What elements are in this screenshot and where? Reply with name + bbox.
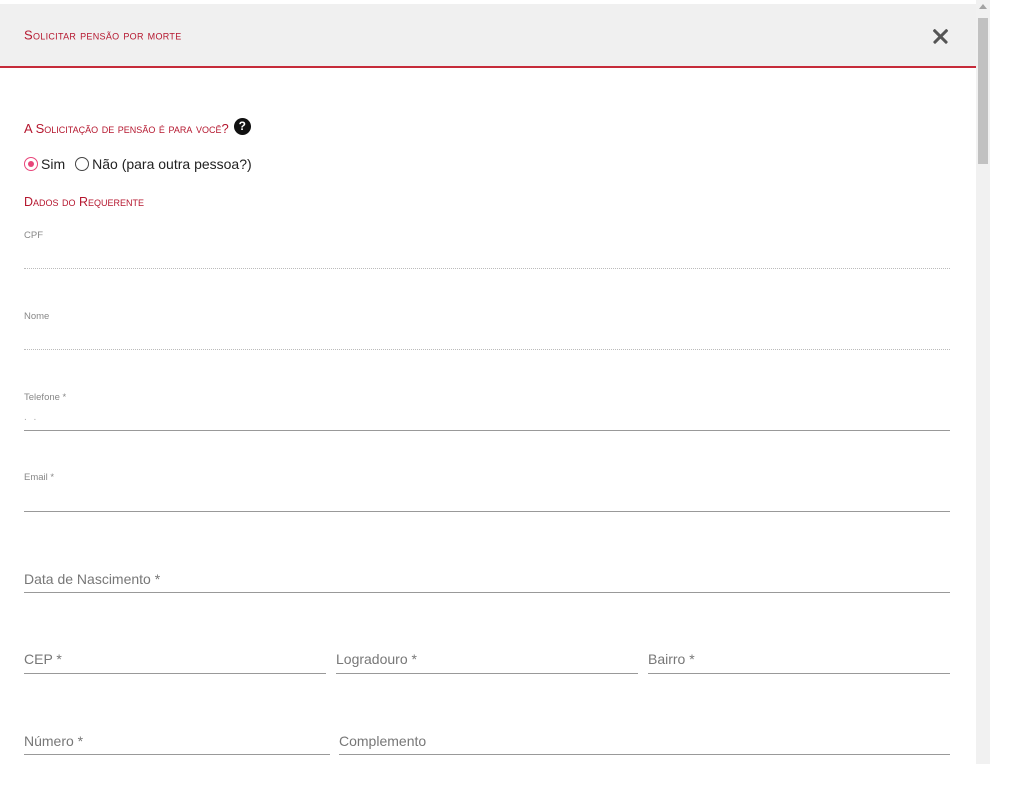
scroll-thumb[interactable] (978, 18, 988, 164)
numero-label: Número * (24, 733, 84, 749)
nome-field[interactable]: Nome (24, 306, 950, 352)
radio-unchecked-icon[interactable] (75, 157, 90, 171)
nome-label: Nome (24, 311, 50, 322)
numero-underline (24, 754, 330, 755)
telefone-underline (24, 430, 950, 431)
radio-nao-label: Não (para outra pessoa?) (92, 156, 252, 172)
dialog-title: Solicitar pensão por morte (24, 27, 182, 43)
cep-field[interactable]: CEP * (24, 641, 326, 675)
logradouro-label: Logradouro * (336, 651, 417, 667)
cep-underline (24, 673, 326, 674)
question-circle-icon[interactable]: ? (233, 118, 251, 135)
cpf-underline (24, 268, 950, 269)
email-underline (24, 511, 950, 512)
radio-sim-label: Sim (41, 156, 66, 172)
email-field[interactable]: Email * (24, 467, 950, 513)
dialog-header: Solicitar pensão por morte (0, 4, 976, 68)
logradouro-field[interactable]: Logradouro * (336, 641, 638, 675)
radio-checked-icon[interactable] (24, 157, 38, 171)
telefone-field[interactable]: Telefone * . . (24, 387, 950, 433)
section-title-requerente: Dados do Requerente (24, 195, 145, 209)
radio-sim[interactable]: Sim (24, 156, 65, 172)
bairro-field[interactable]: Bairro * (648, 641, 950, 675)
scroll-up-arrow-icon[interactable] (979, 4, 987, 9)
data-nascimento-field[interactable]: Data de Nascimento * (24, 560, 950, 594)
complemento-underline (339, 754, 950, 755)
nome-underline (24, 349, 950, 350)
cep-label: CEP * (24, 651, 62, 667)
email-label: Email * (24, 472, 55, 483)
cpf-label: CPF (24, 230, 43, 241)
beneficiary-question: A Solicitação de pensão é para você? ? (24, 118, 251, 136)
telefone-value: . . (24, 412, 39, 423)
bairro-underline (648, 673, 950, 674)
complemento-field[interactable]: Complemento (339, 723, 950, 757)
complemento-label: Complemento (339, 733, 427, 749)
radio-nao[interactable]: Não (para outra pessoa?) (75, 156, 252, 172)
vertical-scrollbar[interactable] (976, 0, 990, 764)
pension-request-dialog: Solicitar pensão por morte A Solicitação… (0, 0, 976, 764)
telefone-label: Telefone * (24, 392, 67, 403)
beneficiary-radio-group: Sim Não (para outra pessoa?) (24, 156, 262, 172)
numero-field[interactable]: Número * (24, 723, 330, 757)
logradouro-underline (336, 673, 638, 674)
bairro-label: Bairro * (648, 651, 695, 667)
question-text: A Solicitação de pensão é para você? (24, 121, 229, 136)
cpf-field[interactable]: CPF (24, 226, 950, 272)
data-nascimento-underline (24, 592, 950, 593)
close-icon[interactable] (930, 26, 950, 46)
data-nascimento-label: Data de Nascimento * (24, 571, 161, 587)
